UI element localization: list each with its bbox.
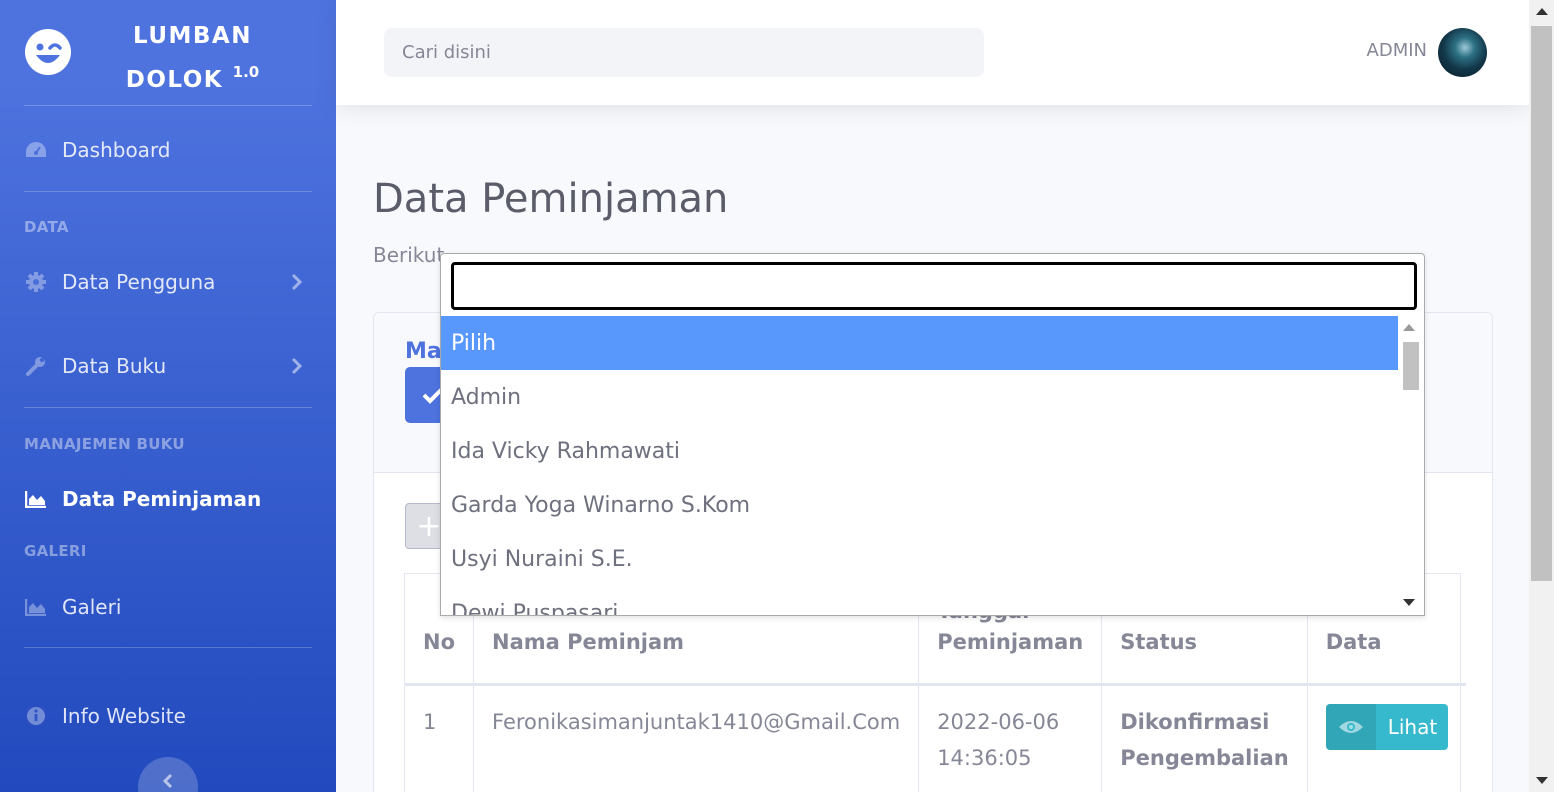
cell-nama: Feronikasimanjuntak1410@Gmail.Com	[473, 684, 920, 792]
page-description: Berikut	[373, 243, 445, 267]
sidebar-divider	[24, 191, 312, 192]
cell-tanggal: 2022-06-06 14:36:05	[918, 684, 1103, 792]
scroll-up-arrow-icon[interactable]	[1403, 324, 1415, 331]
brand-version: 1.0	[232, 63, 260, 81]
cell-action: Lihat	[1307, 684, 1466, 792]
sidebar-brand[interactable]: LUMBAN DOLOK 1.0	[0, 0, 336, 105]
table-row: 1 Feronikasimanjuntak1410@Gmail.Com 2022…	[405, 684, 1466, 792]
scrollbar-thumb[interactable]	[1531, 26, 1552, 581]
brand-line2: DOLOK	[125, 67, 224, 93]
dropdown-option[interactable]: Dewi Puspasari	[441, 586, 1399, 616]
wrench-icon	[24, 354, 48, 378]
dropdown-search-input[interactable]	[451, 262, 1417, 310]
search-input[interactable]	[384, 28, 984, 77]
sidebar-item-label: Data Pengguna	[62, 270, 216, 294]
sidebar-item-data-pengguna[interactable]: Data Pengguna	[0, 258, 336, 306]
cog-icon	[24, 270, 48, 294]
dropdown-option[interactable]: Pilih	[441, 316, 1399, 370]
cell-tanggal-time: 14:36:05	[937, 745, 1032, 770]
sidebar-item-label: Info Website	[62, 704, 186, 728]
scrollbar-thumb[interactable]	[1403, 342, 1419, 390]
status-line2: Pengembalian	[1120, 745, 1289, 770]
cell-no: 1	[405, 684, 475, 792]
dropdown-option[interactable]: Garda Yoga Winarno S.Kom	[441, 478, 1399, 532]
cell-tanggal-date: 2022-06-06	[937, 709, 1060, 734]
sidebar-item-data-buku[interactable]: Data Buku	[0, 342, 336, 390]
avatar[interactable]	[1438, 28, 1487, 77]
tachometer-icon	[24, 138, 48, 162]
card-title: Ma	[405, 339, 442, 364]
dropdown-options-list[interactable]: Pilih Admin Ida Vicky Rahmawati Garda Yo…	[441, 316, 1399, 616]
brand-line1: LUMBAN	[133, 23, 252, 49]
user-name[interactable]: ADMIN	[1367, 40, 1427, 61]
scroll-down-arrow-icon[interactable]	[1403, 599, 1415, 606]
sidebar-heading-data: DATA	[24, 218, 69, 236]
laugh-wink-icon	[25, 29, 71, 75]
sidebar-item-galeri[interactable]: Galeri	[0, 583, 336, 631]
sidebar-item-label: Galeri	[62, 595, 122, 619]
chevron-left-icon	[162, 773, 173, 789]
info-circle-icon	[24, 704, 48, 728]
sidebar-toggle-button[interactable]	[138, 757, 198, 792]
lihat-button-label: Lihat	[1387, 714, 1438, 739]
topbar: ADMIN	[336, 0, 1529, 105]
sidebar-divider	[24, 407, 312, 408]
status-line1: Dikonfirmasi	[1120, 709, 1270, 734]
column-header-tanggal-line2: Peminjaman	[937, 629, 1084, 654]
sidebar-divider	[24, 647, 312, 648]
dropdown-option[interactable]: Usyi Nuraini S.E.	[441, 532, 1399, 586]
sidebar-heading-manajemen: MANAJEMEN BUKU	[24, 435, 185, 453]
dropdown-scrollbar[interactable]	[1398, 316, 1424, 615]
sidebar-divider	[24, 105, 312, 106]
dropdown-option[interactable]: Ida Vicky Rahmawati	[441, 424, 1399, 478]
sidebar: LUMBAN DOLOK 1.0 Dashboard DATA Data Pen…	[0, 0, 336, 792]
chart-area-icon	[24, 487, 48, 511]
sidebar-item-dashboard[interactable]: Dashboard	[0, 126, 336, 174]
sidebar-item-label: Dashboard	[62, 138, 171, 162]
scroll-up-arrow-icon[interactable]	[1536, 8, 1548, 15]
chevron-right-icon	[291, 273, 303, 291]
dropdown-option[interactable]: Admin	[441, 370, 1399, 424]
sidebar-item-info-website[interactable]: Info Website	[0, 692, 336, 740]
sidebar-item-data-peminjaman[interactable]: Data Peminjaman	[0, 475, 336, 523]
brand-title: LUMBAN DOLOK 1.0	[100, 18, 285, 98]
cell-status: Dikonfirmasi Pengembalian	[1101, 684, 1308, 792]
eye-icon	[1325, 703, 1376, 750]
page-title: Data Peminjaman	[373, 176, 729, 222]
scroll-down-arrow-icon[interactable]	[1536, 777, 1548, 784]
chevron-right-icon	[291, 357, 303, 375]
chart-area-icon	[24, 595, 48, 619]
lihat-button[interactable]: Lihat	[1325, 703, 1448, 750]
sidebar-heading-galeri: GALERI	[24, 542, 87, 560]
sidebar-item-label: Data Buku	[62, 354, 167, 378]
page-scrollbar[interactable]	[1529, 0, 1554, 792]
sidebar-item-label: Data Peminjaman	[62, 487, 262, 511]
user-select-dropdown: Pilih Admin Ida Vicky Rahmawati Garda Yo…	[440, 253, 1425, 616]
